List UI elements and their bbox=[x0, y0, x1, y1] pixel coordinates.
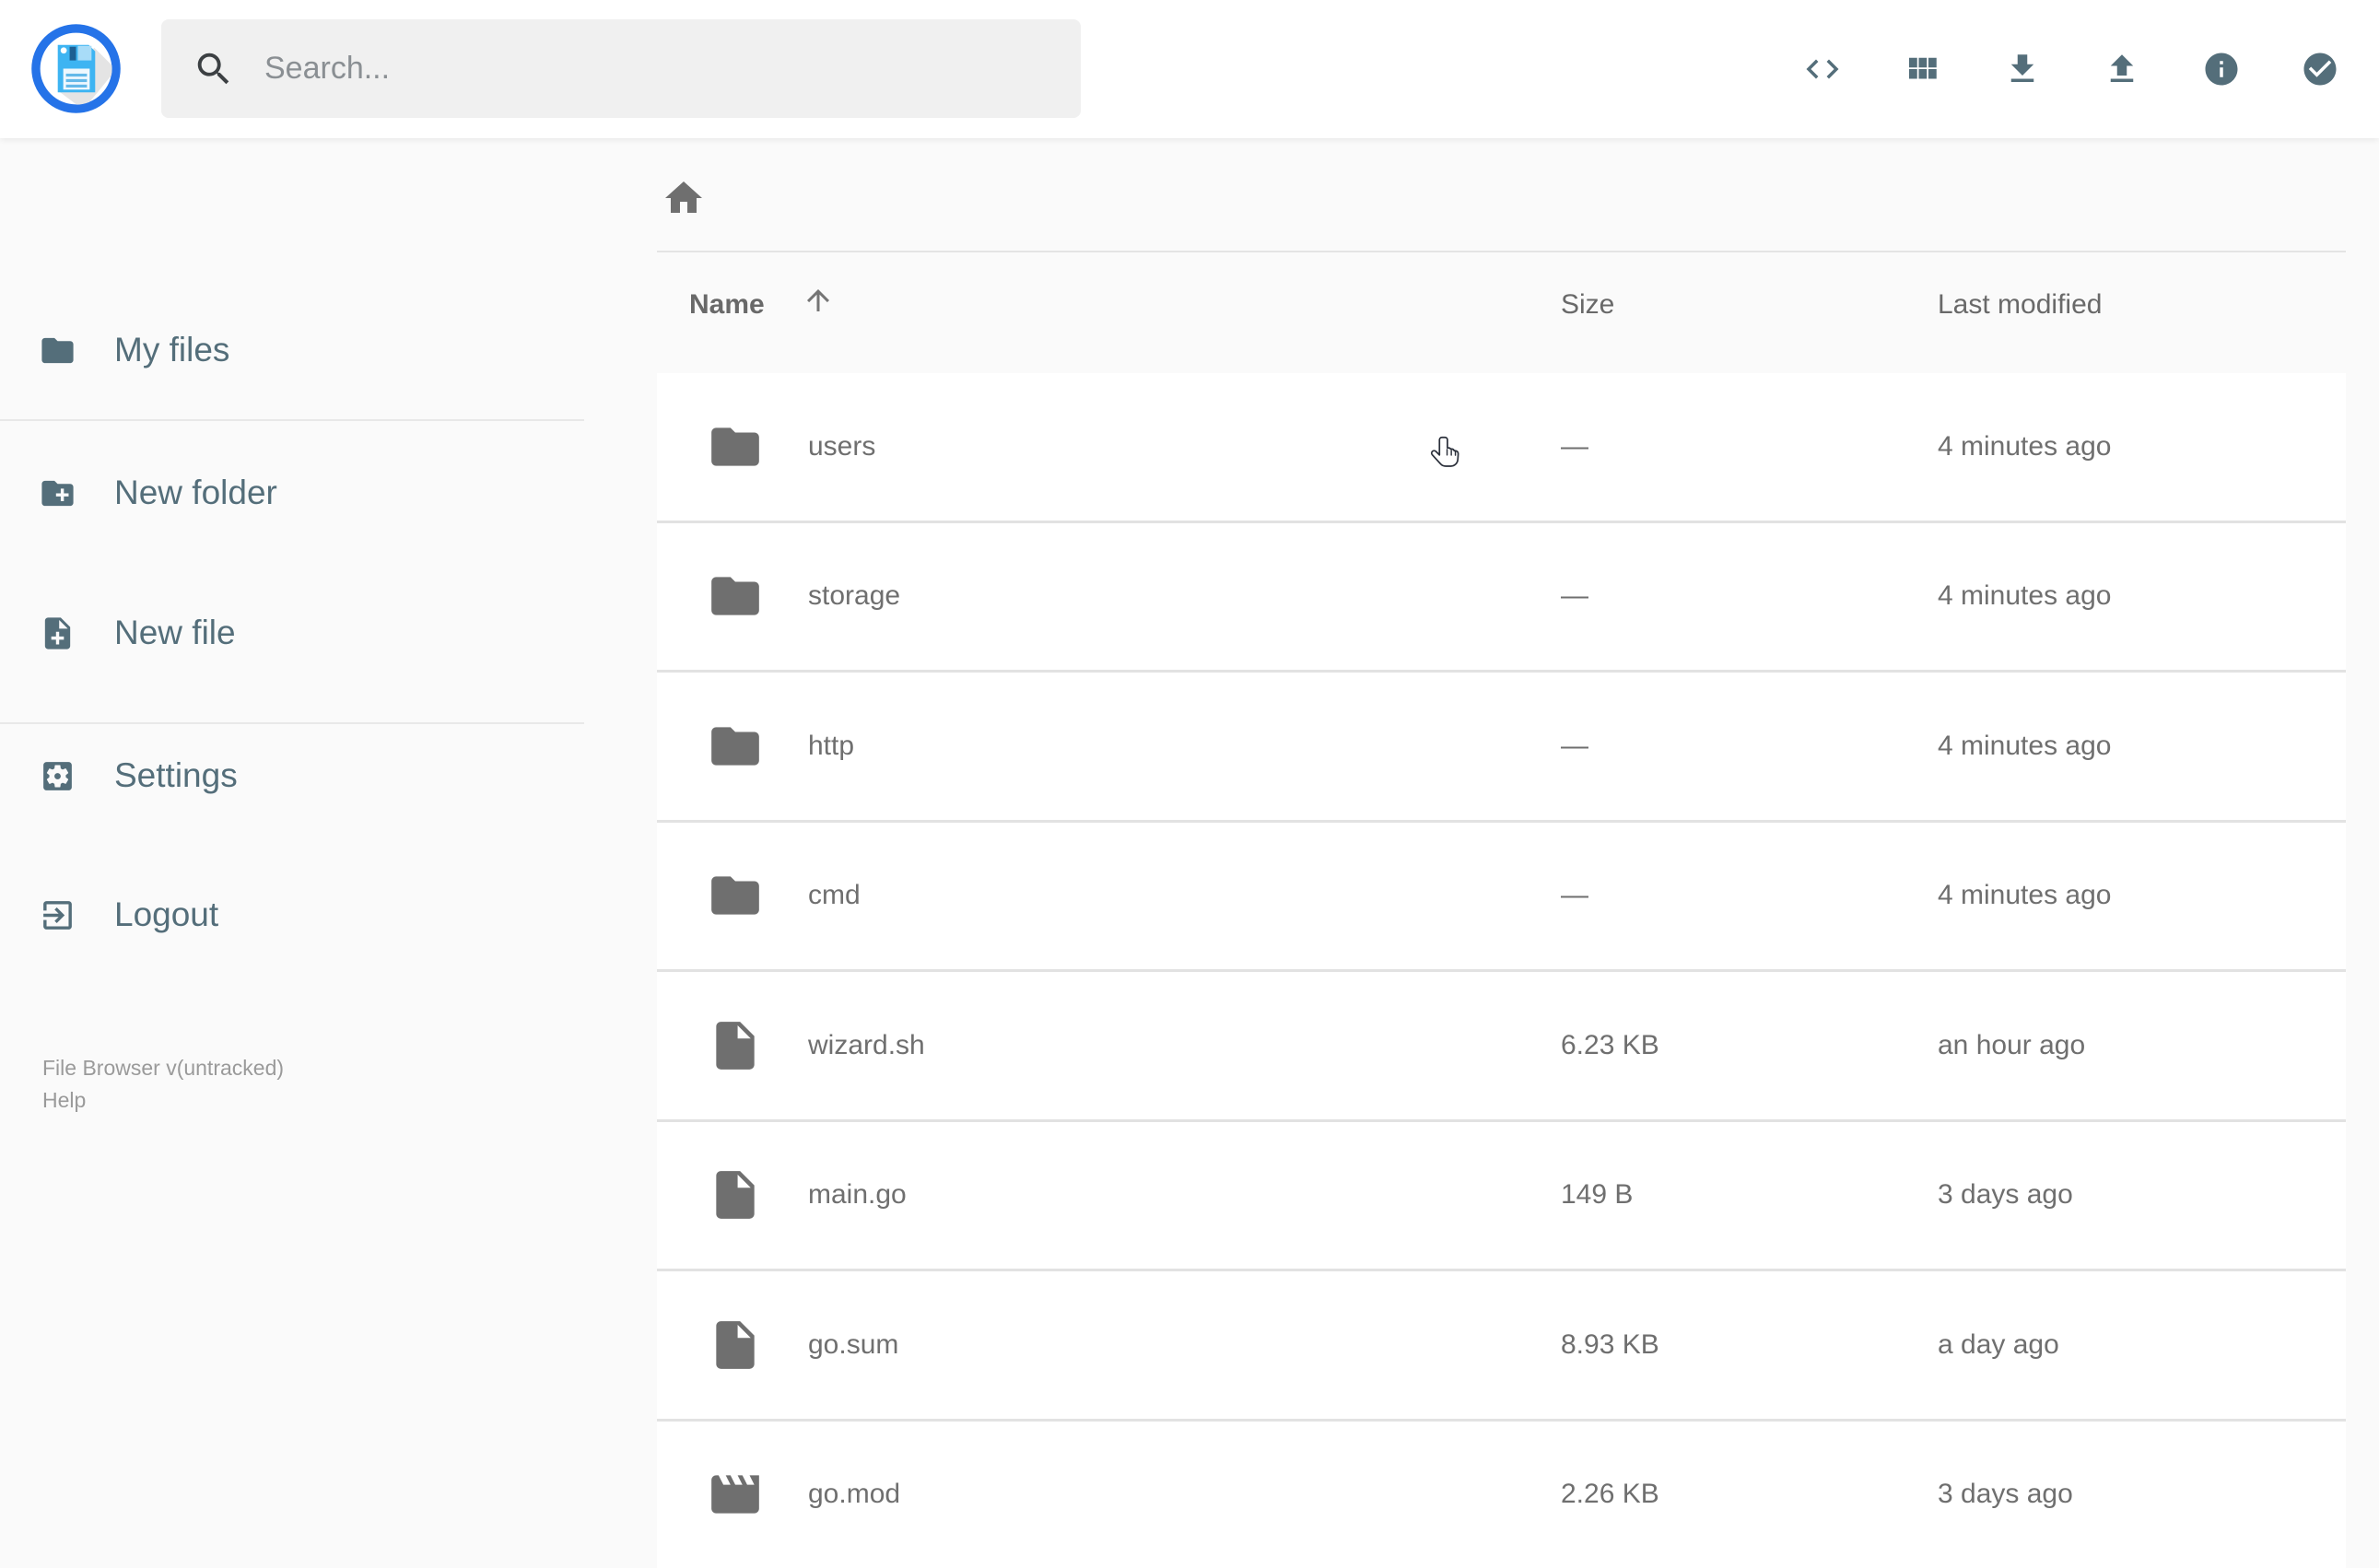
item-size: — bbox=[1561, 880, 1588, 911]
folder-icon bbox=[707, 418, 764, 475]
item-name: users bbox=[808, 431, 875, 462]
sidebar-item-settings[interactable]: Settings bbox=[0, 730, 584, 822]
settings-icon bbox=[0, 757, 76, 795]
item-modified: 4 minutes ago bbox=[1938, 580, 2111, 612]
upload-icon bbox=[2103, 50, 2141, 88]
file-row[interactable]: wizard.sh 6.23 KB an hour ago bbox=[657, 969, 2346, 1119]
code-icon bbox=[1803, 50, 1842, 88]
sidebar-item-my-files[interactable]: My files bbox=[0, 304, 584, 396]
folder-icon bbox=[707, 568, 764, 625]
new-file-icon bbox=[0, 614, 76, 652]
item-name: http bbox=[808, 731, 854, 762]
sort-by-size-header[interactable]: Size bbox=[1561, 289, 1614, 321]
file-row[interactable]: go.sum 8.93 KB a day ago bbox=[657, 1269, 2346, 1419]
app-version: File Browser v(untracked) bbox=[42, 1052, 284, 1084]
floppy-disk-icon bbox=[30, 23, 122, 114]
info-button[interactable] bbox=[2202, 50, 2241, 88]
item-modified: 3 days ago bbox=[1938, 1179, 2073, 1211]
item-size: 8.93 KB bbox=[1561, 1329, 1659, 1361]
item-name: go.sum bbox=[808, 1329, 898, 1361]
item-name: go.mod bbox=[808, 1479, 900, 1510]
item-modified: 4 minutes ago bbox=[1938, 731, 2111, 762]
sidebar-item-new-folder[interactable]: New folder bbox=[0, 447, 584, 539]
grid-view-icon bbox=[1903, 50, 1941, 88]
item-size: — bbox=[1561, 431, 1588, 462]
info-icon bbox=[2202, 50, 2241, 88]
item-modified: a day ago bbox=[1938, 1329, 2059, 1361]
folder-icon bbox=[707, 867, 764, 924]
select-multiple-button[interactable] bbox=[2301, 50, 2339, 88]
item-size: 2.26 KB bbox=[1561, 1479, 1659, 1510]
movie-icon bbox=[707, 1466, 764, 1523]
file-row[interactable]: go.mod 2.26 KB 3 days ago bbox=[657, 1419, 2346, 1568]
sidebar-divider bbox=[0, 722, 584, 724]
folder-row[interactable]: users — 4 minutes ago bbox=[657, 373, 2346, 521]
sidebar-item-label: Settings bbox=[114, 756, 238, 795]
folder-row[interactable]: cmd — 4 minutes ago bbox=[657, 820, 2346, 970]
upload-button[interactable] bbox=[2103, 50, 2141, 88]
folder-icon bbox=[0, 332, 76, 369]
download-icon bbox=[2003, 50, 2042, 88]
item-name: storage bbox=[808, 580, 900, 612]
item-modified: an hour ago bbox=[1938, 1030, 2085, 1061]
home-icon bbox=[662, 176, 717, 220]
top-bar bbox=[0, 0, 2379, 138]
sidebar-item-label: New file bbox=[114, 614, 236, 652]
sidebar-item-label: Logout bbox=[114, 895, 218, 934]
file-icon bbox=[707, 1166, 764, 1223]
item-size: 149 B bbox=[1561, 1179, 1633, 1211]
logout-icon bbox=[0, 896, 76, 934]
sort-by-name-header[interactable]: Name bbox=[689, 289, 765, 321]
new-folder-icon bbox=[0, 474, 76, 512]
folder-row[interactable]: storage — 4 minutes ago bbox=[657, 521, 2346, 671]
item-size: — bbox=[1561, 731, 1588, 762]
help-link[interactable]: Help bbox=[42, 1088, 86, 1112]
sidebar-item-logout[interactable]: Logout bbox=[0, 869, 584, 961]
file-icon bbox=[707, 1017, 764, 1074]
item-size: 6.23 KB bbox=[1561, 1030, 1659, 1061]
sidebar-item-label: My files bbox=[114, 331, 229, 369]
sort-by-modified-header[interactable]: Last modified bbox=[1938, 289, 2102, 321]
check-circle-icon bbox=[2301, 50, 2339, 88]
file-listing: users — 4 minutes ago storage — 4 minute… bbox=[657, 373, 2346, 1568]
item-modified: 4 minutes ago bbox=[1938, 431, 2111, 462]
breadcrumb-home-button[interactable] bbox=[662, 170, 717, 226]
view-mode-button[interactable] bbox=[1903, 50, 1941, 88]
sidebar-item-label: New folder bbox=[114, 474, 277, 512]
download-button[interactable] bbox=[2003, 50, 2042, 88]
shell-button[interactable] bbox=[1803, 50, 1842, 88]
folder-row[interactable]: http — 4 minutes ago bbox=[657, 670, 2346, 820]
search-icon bbox=[193, 48, 235, 90]
listing-header: Name Size Last modified bbox=[657, 251, 2346, 352]
search-input[interactable] bbox=[263, 50, 1022, 88]
sidebar-footer: File Browser v(untracked) Help bbox=[42, 1052, 284, 1117]
sidebar: My files New folder New file Settings Lo… bbox=[0, 138, 584, 1529]
file-icon bbox=[707, 1316, 764, 1374]
item-name: main.go bbox=[808, 1179, 907, 1211]
sidebar-divider bbox=[0, 419, 584, 421]
search-bar[interactable] bbox=[161, 19, 1081, 118]
item-modified: 4 minutes ago bbox=[1938, 880, 2111, 911]
item-name: wizard.sh bbox=[808, 1030, 925, 1061]
filebrowser-logo[interactable] bbox=[30, 23, 122, 114]
folder-icon bbox=[707, 718, 764, 775]
item-modified: 3 days ago bbox=[1938, 1479, 2073, 1510]
item-size: — bbox=[1561, 580, 1588, 612]
file-row[interactable]: main.go 149 B 3 days ago bbox=[657, 1119, 2346, 1270]
item-name: cmd bbox=[808, 880, 861, 911]
sidebar-item-new-file[interactable]: New file bbox=[0, 587, 584, 679]
